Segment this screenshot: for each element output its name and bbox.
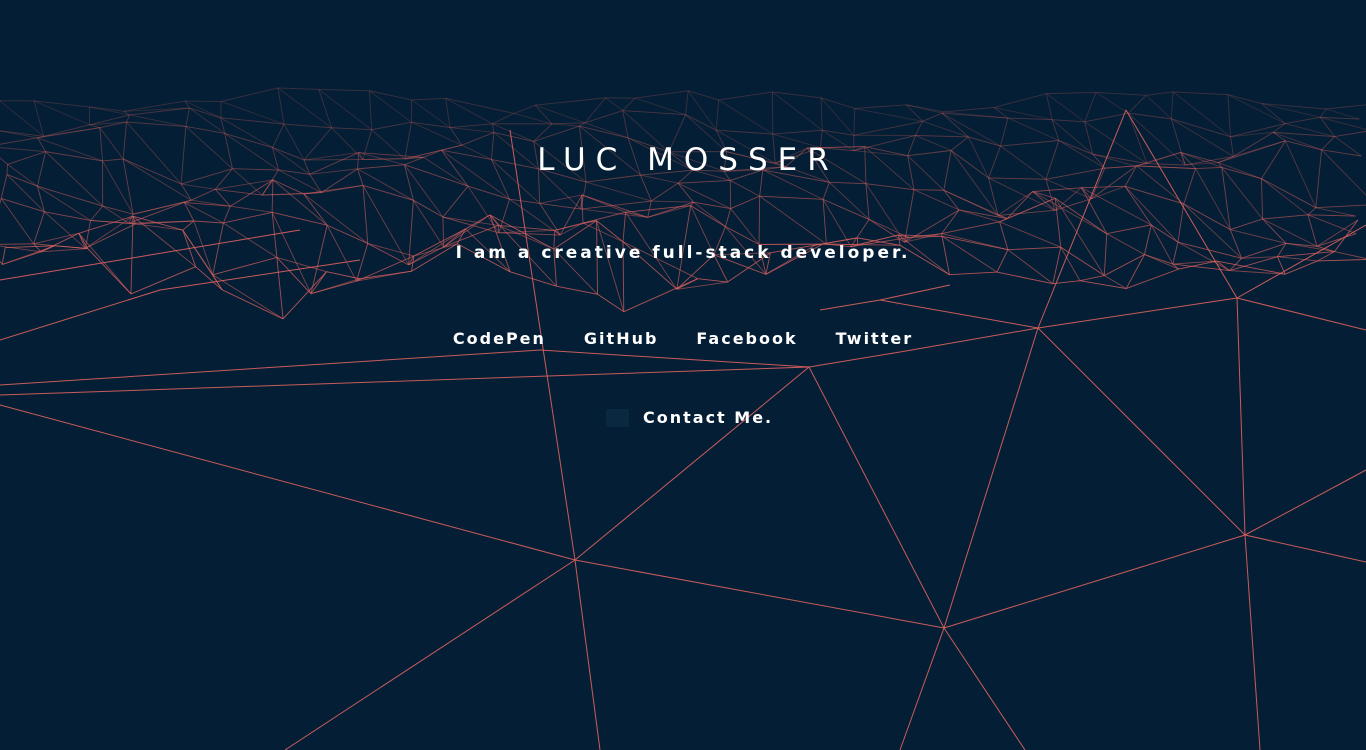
social-links: CodePen GitHub Facebook Twitter: [0, 329, 1366, 348]
contact-label: Contact Me.: [643, 408, 774, 427]
twitter-link[interactable]: Twitter: [836, 329, 913, 348]
mail-icon: [606, 408, 629, 427]
codepen-link[interactable]: CodePen: [453, 329, 546, 348]
facebook-link[interactable]: Facebook: [696, 329, 797, 348]
page-title: LUC MOSSER: [537, 142, 839, 178]
tagline-text: I am a creative full-stack developer.: [455, 243, 911, 263]
github-link[interactable]: GitHub: [584, 329, 659, 348]
contact-button[interactable]: Contact Me.: [606, 408, 773, 427]
hero-section: LUC MOSSER I am a creative full-stack de…: [0, 0, 1366, 750]
